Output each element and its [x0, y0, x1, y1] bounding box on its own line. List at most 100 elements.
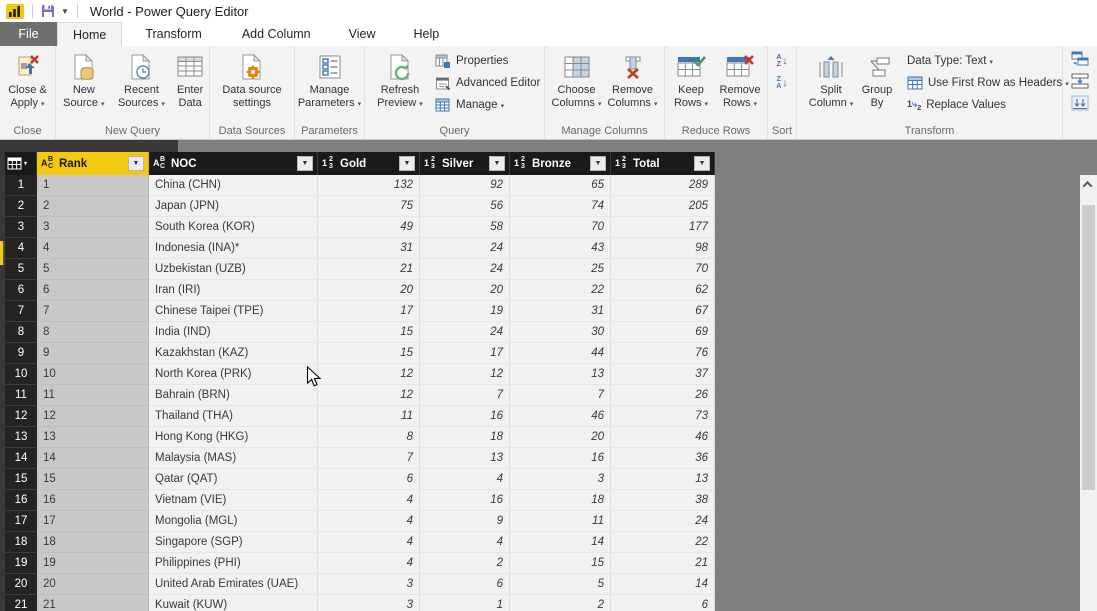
replace-values-button[interactable]: 1⤷2 Replace Values	[907, 95, 1069, 115]
cell-gold[interactable]: 6	[318, 469, 420, 490]
tab-home[interactable]: Home	[57, 22, 123, 46]
cell-noc[interactable]: Vietnam (VIE)	[149, 490, 318, 511]
cell-gold[interactable]: 7	[318, 448, 420, 469]
cell-silver[interactable]: 1	[420, 595, 510, 611]
manage-button[interactable]: Manage	[435, 95, 540, 115]
row-number[interactable]: 20	[5, 574, 37, 595]
append-queries-icon[interactable]	[1071, 73, 1089, 89]
cell-silver[interactable]: 2	[420, 553, 510, 574]
cell-silver[interactable]: 13	[420, 448, 510, 469]
recent-sources-button[interactable]: Recent Sources	[112, 50, 172, 111]
row-number[interactable]: 18	[5, 532, 37, 553]
cell-silver[interactable]: 92	[420, 175, 510, 196]
scroll-up-icon[interactable]	[1082, 180, 1093, 191]
filter-dropdown-button[interactable]: ▼	[128, 156, 144, 171]
remove-rows-button[interactable]: Remove Rows	[715, 50, 765, 111]
cell-total[interactable]: 24	[611, 511, 715, 532]
cell-bronze[interactable]: 18	[510, 490, 611, 511]
cell-total[interactable]: 13	[611, 469, 715, 490]
cell-gold[interactable]: 15	[318, 343, 420, 364]
split-column-button[interactable]: Split Column	[805, 50, 857, 111]
row-number[interactable]: 9	[5, 343, 37, 364]
vertical-scrollbar[interactable]	[1080, 175, 1097, 611]
cell-rank[interactable]: 16	[37, 490, 149, 511]
combine-files-icon[interactable]	[1071, 95, 1089, 111]
cell-gold[interactable]: 20	[318, 280, 420, 301]
properties-button[interactable]: Properties	[435, 51, 540, 71]
cell-noc[interactable]: Iran (IRI)	[149, 280, 318, 301]
cell-total[interactable]: 14	[611, 574, 715, 595]
cell-rank[interactable]: 2	[37, 196, 149, 217]
cell-total[interactable]: 6	[611, 595, 715, 611]
cell-bronze[interactable]: 14	[510, 532, 611, 553]
row-number[interactable]: 14	[5, 448, 37, 469]
filter-dropdown-button[interactable]: ▼	[399, 156, 415, 171]
cell-rank[interactable]: 3	[37, 217, 149, 238]
filter-dropdown-button[interactable]: ▼	[297, 156, 313, 171]
cell-rank[interactable]: 6	[37, 280, 149, 301]
data-type-button[interactable]: Data Type: Text	[907, 51, 1069, 71]
cell-noc[interactable]: Malaysia (MAS)	[149, 448, 318, 469]
cell-total[interactable]: 36	[611, 448, 715, 469]
cell-noc[interactable]: India (IND)	[149, 322, 318, 343]
cell-noc[interactable]: Japan (JPN)	[149, 196, 318, 217]
cell-total[interactable]: 37	[611, 364, 715, 385]
cell-total[interactable]: 22	[611, 532, 715, 553]
group-by-button[interactable]: Group By	[857, 50, 897, 110]
column-header-total[interactable]: 1 2 3 Total ▼	[611, 152, 715, 175]
row-number[interactable]: 7	[5, 301, 37, 322]
cell-gold[interactable]: 4	[318, 511, 420, 532]
column-header-noc[interactable]: A B C NOC ▼	[149, 152, 318, 175]
cell-rank[interactable]: 9	[37, 343, 149, 364]
cell-noc[interactable]: Uzbekistan (UZB)	[149, 259, 318, 280]
data-source-settings-button[interactable]: Data source settings	[215, 50, 289, 110]
column-header-rank[interactable]: A B C Rank ▼	[37, 152, 149, 175]
cell-silver[interactable]: 17	[420, 343, 510, 364]
cell-total[interactable]: 46	[611, 427, 715, 448]
cell-total[interactable]: 177	[611, 217, 715, 238]
cell-bronze[interactable]: 74	[510, 196, 611, 217]
cell-rank[interactable]: 19	[37, 553, 149, 574]
cell-noc[interactable]: Hong Kong (HKG)	[149, 427, 318, 448]
advanced-editor-button[interactable]: Advanced Editor	[435, 73, 540, 93]
cell-rank[interactable]: 8	[37, 322, 149, 343]
quick-access-toolbar-caret-icon[interactable]: ▼	[61, 7, 69, 16]
cell-total[interactable]: 21	[611, 553, 715, 574]
cell-silver[interactable]: 6	[420, 574, 510, 595]
cell-bronze[interactable]: 22	[510, 280, 611, 301]
close-and-apply-button[interactable]: Close & Apply	[0, 50, 55, 111]
cell-bronze[interactable]: 31	[510, 301, 611, 322]
cell-gold[interactable]: 4	[318, 553, 420, 574]
scrollbar-thumb[interactable]	[1082, 205, 1095, 490]
cell-rank[interactable]: 11	[37, 385, 149, 406]
cell-noc[interactable]: Kuwait (KUW)	[149, 595, 318, 611]
cell-total[interactable]: 69	[611, 322, 715, 343]
cell-silver[interactable]: 4	[420, 532, 510, 553]
row-number[interactable]: 5	[5, 259, 37, 280]
cell-noc[interactable]: China (CHN)	[149, 175, 318, 196]
cell-gold[interactable]: 4	[318, 490, 420, 511]
merge-queries-icon[interactable]	[1071, 51, 1089, 67]
row-number[interactable]: 16	[5, 490, 37, 511]
cell-noc[interactable]: South Korea (KOR)	[149, 217, 318, 238]
cell-bronze[interactable]: 30	[510, 322, 611, 343]
cell-noc[interactable]: United Arab Emirates (UAE)	[149, 574, 318, 595]
cell-gold[interactable]: 31	[318, 238, 420, 259]
cell-bronze[interactable]: 15	[510, 553, 611, 574]
cell-rank[interactable]: 17	[37, 511, 149, 532]
select-all-button[interactable]: ▾	[5, 152, 37, 175]
cell-bronze[interactable]: 70	[510, 217, 611, 238]
filter-dropdown-button[interactable]: ▼	[489, 156, 505, 171]
tab-add-column[interactable]: Add Column	[227, 22, 326, 46]
cell-noc[interactable]: Mongolia (MGL)	[149, 511, 318, 532]
cell-rank[interactable]: 12	[37, 406, 149, 427]
cell-silver[interactable]: 24	[420, 238, 510, 259]
cell-silver[interactable]: 16	[420, 406, 510, 427]
cell-noc[interactable]: Bahrain (BRN)	[149, 385, 318, 406]
cell-total[interactable]: 205	[611, 196, 715, 217]
cell-total[interactable]: 76	[611, 343, 715, 364]
row-number[interactable]: 3	[5, 217, 37, 238]
cell-gold[interactable]: 3	[318, 595, 420, 611]
cell-silver[interactable]: 7	[420, 385, 510, 406]
cell-rank[interactable]: 13	[37, 427, 149, 448]
